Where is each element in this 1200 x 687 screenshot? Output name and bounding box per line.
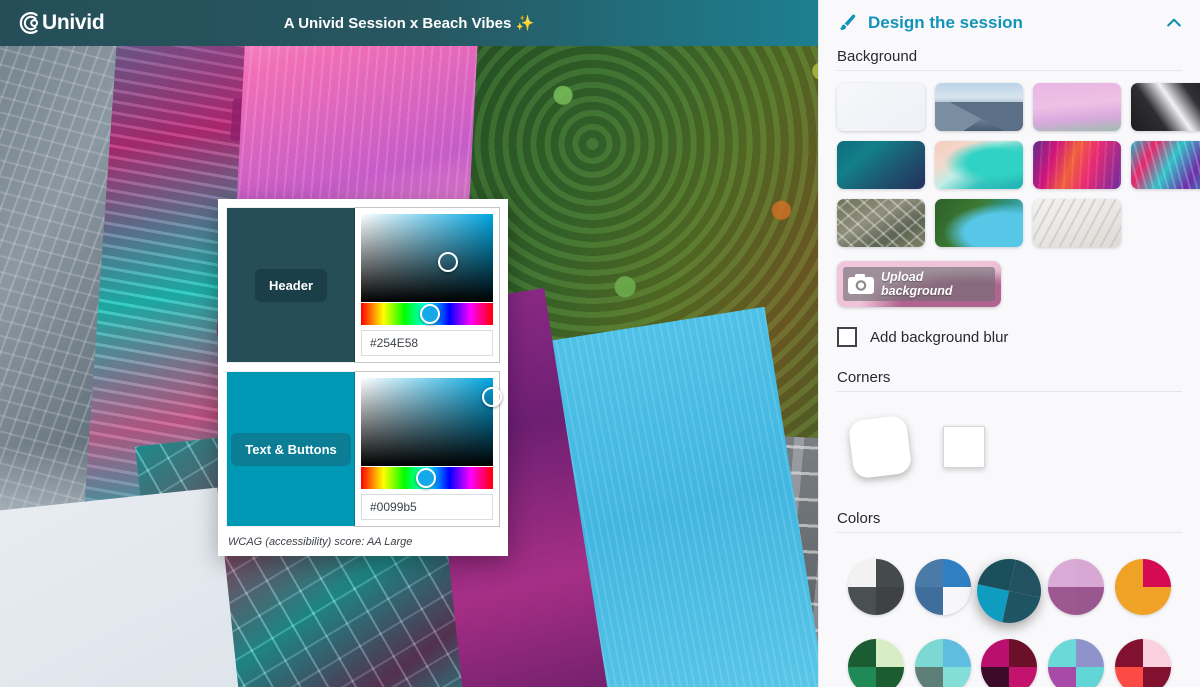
- camera-icon: [848, 274, 874, 294]
- palette-orchid[interactable]: [1048, 559, 1105, 615]
- corner-option-square[interactable]: [943, 426, 985, 468]
- palette-mint[interactable]: [914, 639, 971, 687]
- header-saturation-knob[interactable]: [438, 252, 459, 273]
- colors-section-divider: [837, 532, 1182, 533]
- palette-berry[interactable]: [981, 639, 1038, 687]
- color-picker-popover[interactable]: Header #254E58 Text & Buttons #0099b5 WC…: [218, 199, 508, 556]
- text-buttons-saturation-knob[interactable]: [481, 387, 502, 408]
- add-background-blur-row[interactable]: Add background blur: [819, 307, 1200, 347]
- colors-section-label: Colors: [837, 510, 881, 527]
- background-thumb-beach-aerial[interactable]: [935, 141, 1023, 189]
- header-hue-knob[interactable]: [419, 304, 440, 324]
- background-thumb-geometric-bw[interactable]: [1131, 83, 1200, 131]
- background-thumb-mountains[interactable]: [935, 83, 1023, 131]
- background-thumb-aurora-teal[interactable]: [837, 141, 925, 189]
- palette-lilac-aqua[interactable]: [1048, 639, 1105, 687]
- paintbrush-icon: [839, 14, 856, 30]
- background-thumbnail-grid: [819, 83, 1200, 247]
- palette-teal-deep[interactable]: [971, 553, 1048, 629]
- text-buttons-hex-value[interactable]: #0099b5: [361, 494, 493, 520]
- text-buttons-preview-pane: Text & Buttons: [227, 372, 355, 526]
- corners-section-label: Corners: [837, 369, 891, 386]
- header-saturation-area[interactable]: [361, 214, 493, 302]
- session-header-bar: Univid A Univid Session x Beach Vibes ✨: [0, 0, 818, 46]
- background-section-divider: [837, 70, 1182, 71]
- header-hue-slider[interactable]: [361, 303, 493, 325]
- background-thumb-pink-sky[interactable]: [1033, 83, 1121, 131]
- upload-background-label: Upload background: [881, 270, 953, 298]
- header-color-tool[interactable]: #254E58: [355, 208, 499, 362]
- univid-logo[interactable]: Univid: [14, 8, 105, 38]
- text-buttons-hue-knob[interactable]: [415, 468, 436, 488]
- session-title: A Univid Session x Beach Vibes ✨: [283, 15, 535, 32]
- background-section-label: Background: [837, 48, 918, 65]
- design-panel-title: Design the session: [868, 13, 1023, 32]
- univid-wordmark: Univid: [42, 11, 105, 34]
- color-palette-grid: [819, 545, 1200, 687]
- univid-spiral-icon: [19, 12, 39, 34]
- upload-overlay: Upload background: [843, 267, 995, 301]
- header-color-row: Header #254E58: [226, 207, 500, 363]
- add-background-blur-label: Add background blur: [870, 328, 1009, 346]
- wcag-score-note: WCAG (accessibility) score: AA Large: [228, 536, 413, 548]
- corners-section-divider: [837, 391, 1182, 392]
- corner-option-rounded[interactable]: [847, 414, 913, 480]
- upload-background-button[interactable]: Upload background: [837, 261, 1001, 307]
- design-panel-header: Design the session: [819, 0, 1200, 42]
- background-thumb-plain-light[interactable]: [837, 83, 925, 131]
- background-thumb-interchange[interactable]: [837, 199, 925, 247]
- background-thumb-neon-glitch[interactable]: [1033, 141, 1121, 189]
- background-thumb-forest-lake[interactable]: [935, 199, 1023, 247]
- palette-amber-rose[interactable]: [1114, 559, 1171, 615]
- text-buttons-saturation-area[interactable]: [361, 378, 502, 466]
- corner-style-options: [819, 404, 1200, 480]
- header-preview-chip: Header: [254, 268, 328, 302]
- session-preview-canvas: Univid A Univid Session x Beach Vibes ✨ …: [0, 0, 818, 687]
- design-panel-scroll[interactable]: Design the session Background Upload bac…: [819, 0, 1200, 687]
- palette-greyscale[interactable]: [848, 559, 905, 615]
- add-background-blur-checkbox[interactable]: [837, 327, 857, 347]
- design-session-screen: Univid A Univid Session x Beach Vibes ✨ …: [0, 0, 1200, 687]
- design-panel: Design the session Background Upload bac…: [818, 0, 1200, 687]
- palette-forest[interactable]: [848, 639, 905, 687]
- text-buttons-color-row: Text & Buttons #0099b5: [226, 371, 502, 527]
- background-thumb-desk-flatlay[interactable]: [1033, 199, 1121, 247]
- text-buttons-color-tool[interactable]: #0099b5: [355, 372, 502, 526]
- palette-steel-blue[interactable]: [914, 559, 971, 615]
- chevron-up-icon[interactable]: [1164, 13, 1184, 33]
- collage-photo-light-plate: [0, 487, 242, 687]
- palette-crimson[interactable]: [1114, 639, 1171, 687]
- background-thumb-times-square[interactable]: [1131, 141, 1200, 189]
- header-preview-pane: Header: [227, 208, 355, 362]
- header-hex-value[interactable]: #254E58: [361, 330, 493, 356]
- text-buttons-hue-slider[interactable]: [361, 467, 493, 489]
- text-buttons-preview-chip: Text & Buttons: [231, 432, 351, 466]
